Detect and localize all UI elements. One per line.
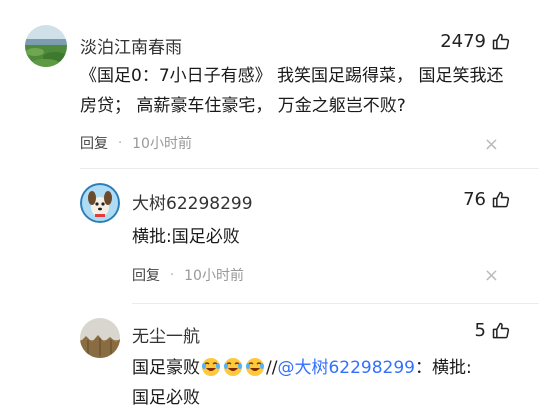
timestamp: 10小时前 [184, 268, 244, 284]
comment-text-prefix: 国足豪败 [132, 358, 200, 378]
thumbs-up-icon [492, 322, 510, 338]
comment-text-suffix-line2: 国足必败 [132, 388, 200, 408]
thumbs-up-icon [492, 33, 510, 49]
like-count: 5 [474, 320, 486, 341]
username[interactable]: 淡泊江南春雨 [80, 33, 182, 58]
close-icon[interactable]: × [484, 136, 499, 154]
like-count: 2479 [440, 31, 486, 52]
comment-text: 国足豪败 //@大树62298299：横批: 国足必败 [132, 353, 512, 413]
comment-text: 《国足0：7小日子有感》 我笑国足踢得菜， 国足笑我还房贷； 高薪豪车住豪宅， … [80, 66, 504, 116]
divider [80, 168, 539, 169]
comment-meta: 回复 · 10小时前 [132, 265, 244, 285]
separator-dot: · [170, 267, 175, 283]
comment-meta: 回复 · 10小时前 [80, 133, 192, 153]
comment-text: 横批:国足必败 [132, 227, 240, 247]
laughing-crying-emoji [246, 358, 264, 376]
mention-link[interactable]: @大树62298299 [277, 358, 415, 378]
separator-dot: · [118, 135, 123, 151]
username[interactable]: 大树62298299 [132, 189, 253, 214]
username[interactable]: 无尘一航 [132, 322, 200, 347]
reply-button[interactable]: 回复 [132, 265, 160, 285]
close-icon[interactable]: × [484, 267, 499, 285]
timestamp: 10小时前 [132, 136, 192, 152]
avatar[interactable] [25, 25, 67, 67]
dog-avatar-image [80, 183, 120, 223]
reply-button[interactable]: 回复 [80, 133, 108, 153]
comment-text-separator: // [266, 358, 278, 378]
field-avatar-image [80, 318, 120, 358]
laughing-crying-emoji [202, 358, 220, 376]
divider [132, 303, 539, 304]
thumbs-up-icon [492, 191, 510, 207]
like-button[interactable]: 76 [463, 189, 511, 210]
landscape-avatar-image [25, 25, 67, 67]
like-count: 76 [463, 189, 486, 210]
avatar[interactable] [80, 318, 120, 358]
like-button[interactable]: 5 [475, 320, 511, 341]
comment-text-suffix: ：横批: [415, 358, 472, 378]
avatar[interactable] [80, 183, 120, 223]
like-button[interactable]: 2479 [440, 31, 511, 52]
laughing-crying-emoji [224, 358, 242, 376]
